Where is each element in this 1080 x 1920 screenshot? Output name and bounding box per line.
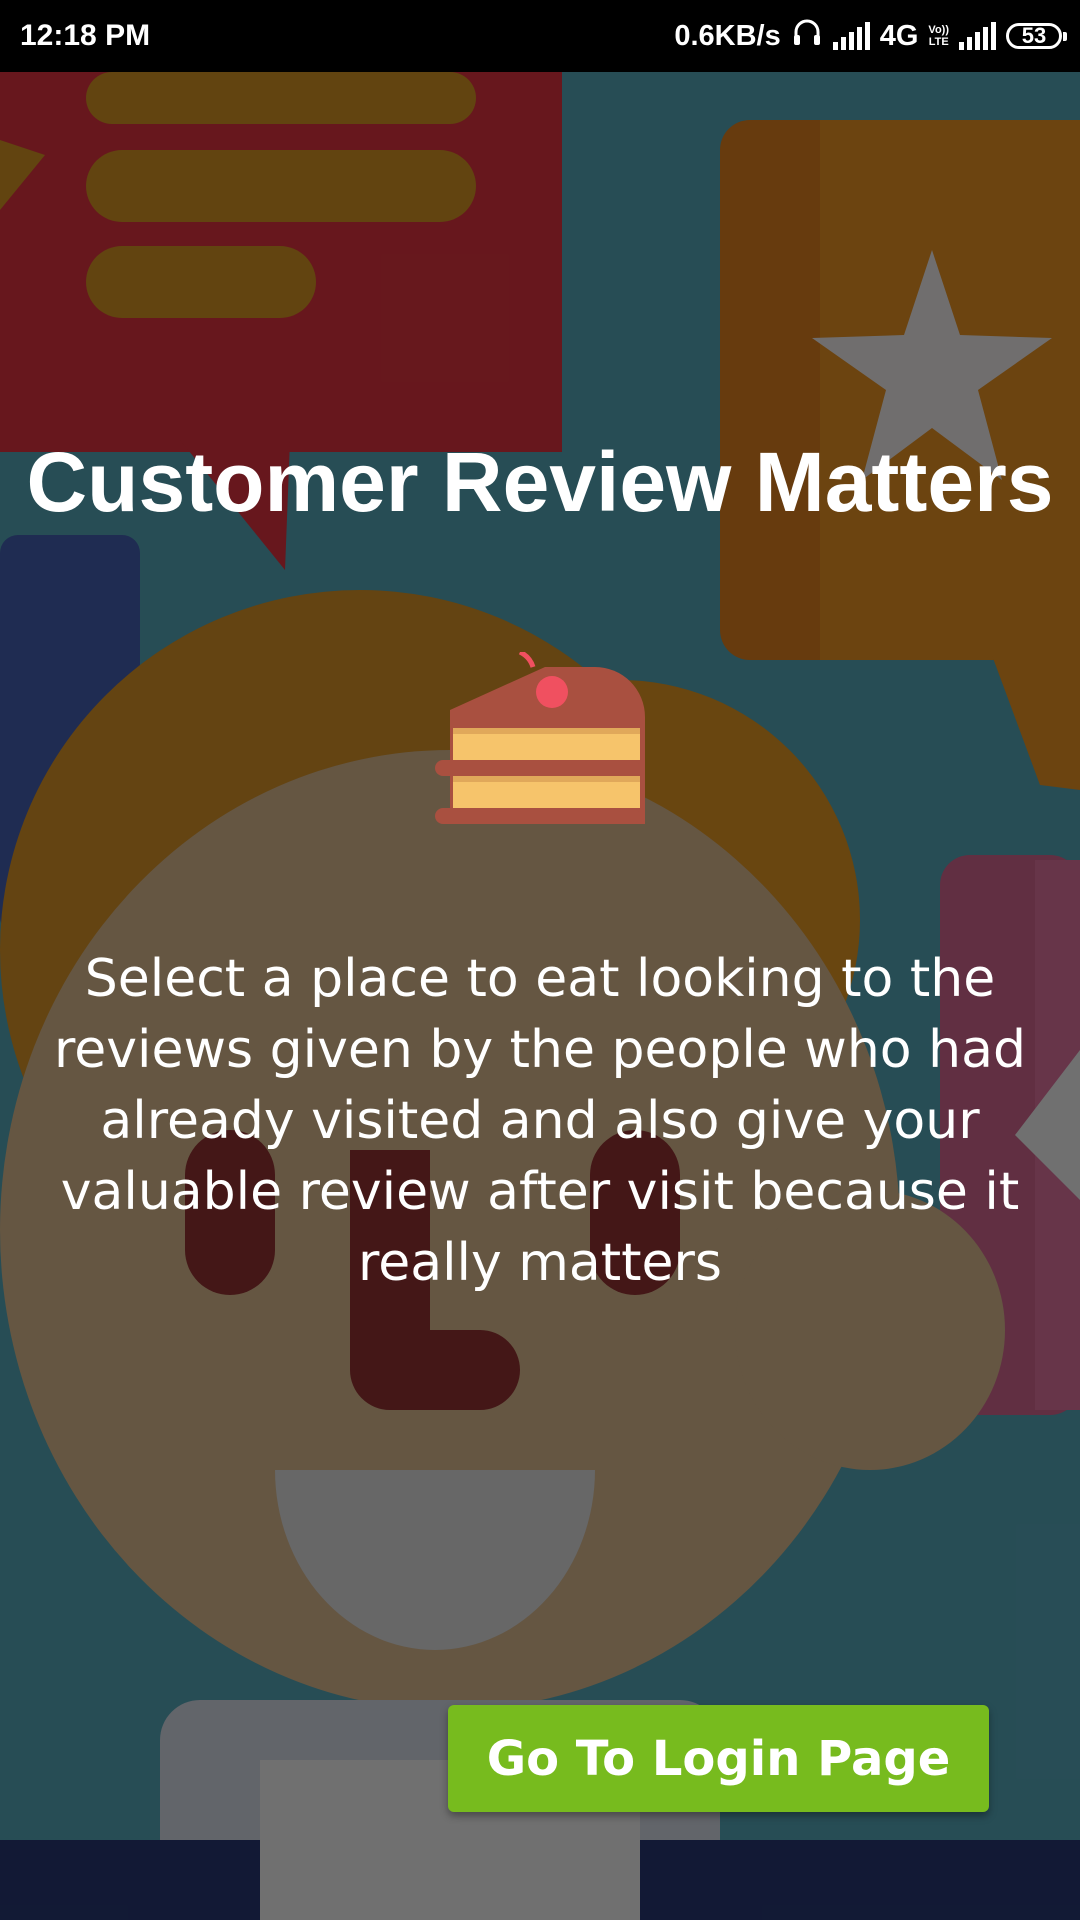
signal-icon: [959, 22, 996, 50]
cake-slice-icon: [435, 652, 645, 824]
volte-icon: Vo)) LTE: [928, 24, 949, 48]
go-to-login-button[interactable]: Go To Login Page: [448, 1705, 989, 1812]
status-time: 12:18 PM: [20, 19, 151, 52]
volte-bottom-label: LTE: [928, 36, 949, 48]
headset-icon: [791, 16, 823, 56]
status-bar: 12:18 PM 0.6KB/s 4G Vo)) LTE 53: [0, 0, 1080, 72]
status-icons: 0.6KB/s 4G Vo)) LTE 53: [674, 16, 1067, 56]
description-text: Select a place to eat looking to the rev…: [54, 949, 1026, 1293]
battery-level: 53: [1021, 23, 1047, 48]
network-speed: 0.6KB/s: [674, 19, 781, 52]
main-content: Customer Review Matters Select a place t…: [0, 0, 1080, 1920]
volte-top-label: Vo)): [928, 24, 949, 36]
battery-icon: 53: [1006, 23, 1067, 49]
signal-icon: [832, 22, 870, 50]
page-title: Customer Review Matters: [26, 435, 1054, 529]
network-type: 4G: [879, 19, 919, 52]
